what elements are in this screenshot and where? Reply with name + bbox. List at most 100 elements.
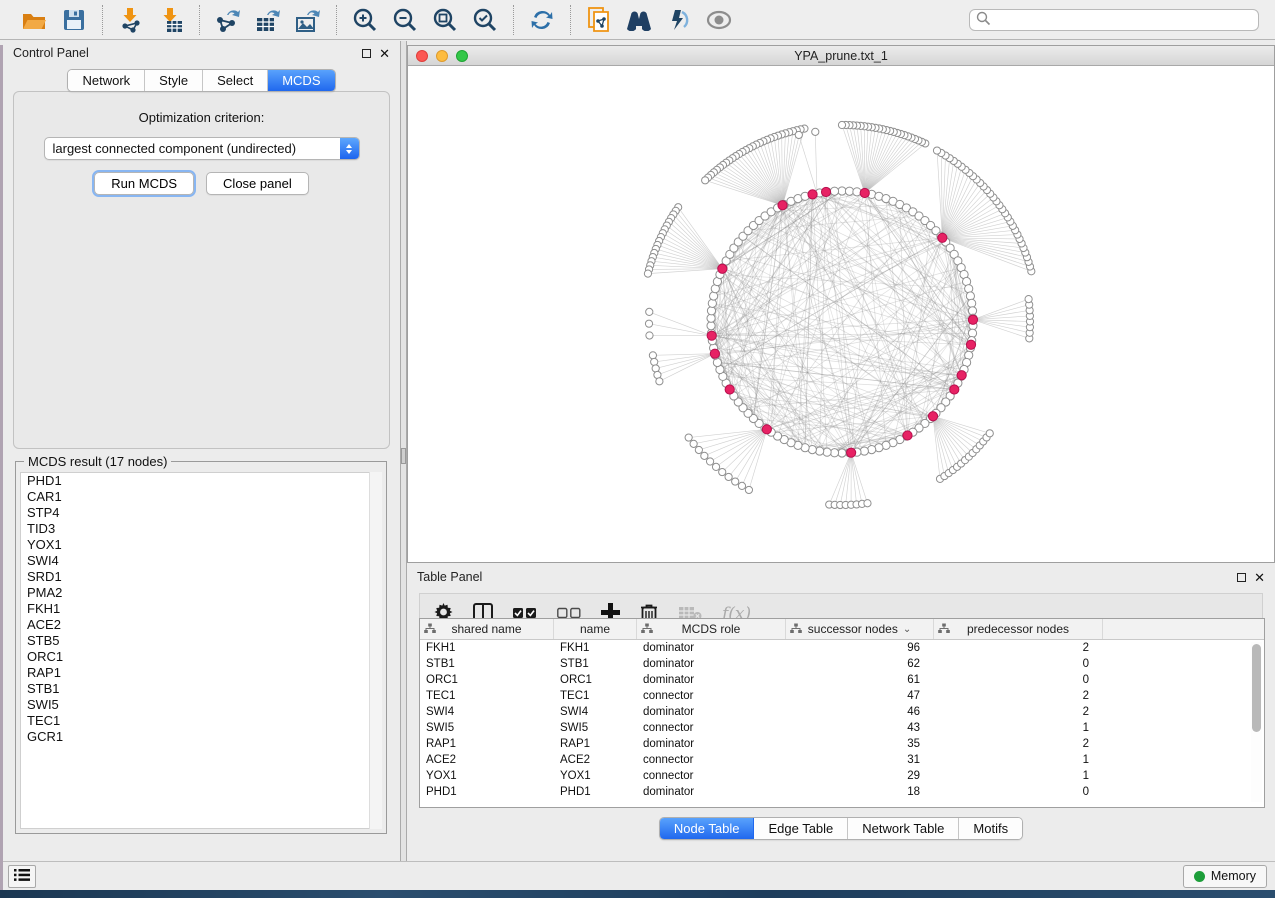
mcds-result-item[interactable]: SWI5 [21,697,381,713]
table-row[interactable]: ACE2ACE2connector311 [420,752,1264,768]
network-node[interactable] [708,299,716,307]
table-row[interactable]: RAP1RAP1dominator352 [420,736,1264,752]
network-node[interactable] [933,147,940,154]
mcds-result-item[interactable]: SWI4 [21,553,381,569]
tab-select[interactable]: Select [203,70,268,91]
import-network-button[interactable] [115,5,147,35]
search-input[interactable] [991,13,1252,27]
mcds-hub-node[interactable] [718,264,727,273]
network-node[interactable] [649,352,656,359]
network-node[interactable] [986,430,993,437]
table-row[interactable]: SWI5SWI5connector431 [420,720,1264,736]
network-node[interactable] [838,449,846,457]
network-node[interactable] [968,329,976,337]
show-hide-panel-button[interactable] [703,5,735,35]
memory-button[interactable]: Memory [1183,865,1267,888]
mcds-result-list[interactable]: PHD1CAR1STP4TID3YOX1SWI4SRD1PMA2FKH1ACE2… [20,472,382,829]
float-panel-icon[interactable] [362,49,371,58]
network-node[interactable] [738,482,745,489]
search-box[interactable] [969,9,1259,31]
mcds-hub-node[interactable] [710,349,719,358]
mcds-hub-node[interactable] [778,201,787,210]
tab-network[interactable]: Network [68,70,145,91]
network-node[interactable] [745,486,752,493]
tab-network-table[interactable]: Network Table [848,818,959,839]
toggle-graphics-details-button[interactable] [663,5,695,35]
table-scrollbar[interactable] [1251,642,1262,802]
mcds-result-item[interactable]: ACE2 [21,617,381,633]
network-node[interactable] [719,468,726,475]
mcds-hub-node[interactable] [860,188,869,197]
close-panel-button[interactable]: Close panel [206,172,309,195]
table-row[interactable]: SWI4SWI4dominator462 [420,704,1264,720]
clone-network-button[interactable] [583,5,615,35]
network-node[interactable] [823,448,831,456]
criterion-dropdown[interactable]: largest connected component (undirected) [44,137,360,160]
network-node[interactable] [646,308,653,315]
table-scrollbar-thumb[interactable] [1252,644,1261,732]
run-mcds-button[interactable]: Run MCDS [94,172,194,195]
column-header-name[interactable]: name [554,619,637,639]
tab-node-table[interactable]: Node Table [660,818,755,839]
network-node[interactable] [1025,295,1032,302]
export-image-button[interactable] [292,5,324,35]
mcds-result-item[interactable]: STB1 [21,681,381,697]
task-history-button[interactable] [8,865,36,888]
network-node[interactable] [701,452,708,459]
table-row[interactable]: STB1STB1dominator620 [420,656,1264,672]
network-node[interactable] [968,299,976,307]
mcds-result-item[interactable]: STB5 [21,633,381,649]
table-row[interactable]: YOX1YOX1connector291 [420,768,1264,784]
export-table-button[interactable] [252,5,284,35]
mcds-result-item[interactable]: FKH1 [21,601,381,617]
mcds-hub-node[interactable] [847,448,856,457]
network-node[interactable] [845,187,853,195]
mcds-result-item[interactable]: PMA2 [21,585,381,601]
network-node[interactable] [707,322,715,330]
network-node[interactable] [707,314,715,322]
network-node[interactable] [830,187,838,195]
network-node[interactable] [860,447,868,455]
network-node[interactable] [644,270,651,277]
import-table-button[interactable] [155,5,187,35]
network-node[interactable] [838,187,846,195]
mcds-result-item[interactable]: TID3 [21,521,381,537]
table-row[interactable]: TEC1TEC1connector472 [420,688,1264,704]
open-file-button[interactable] [18,5,50,35]
zoom-selected-button[interactable] [469,5,501,35]
mcds-hub-node[interactable] [903,431,912,440]
mcds-hub-node[interactable] [762,425,771,434]
mcds-result-item[interactable]: SRD1 [21,569,381,585]
mcds-result-item[interactable]: PHD1 [21,473,381,489]
export-network-button[interactable] [212,5,244,35]
mcds-hub-node[interactable] [938,233,947,242]
mcds-result-item[interactable]: TEC1 [21,713,381,729]
mcds-hub-node[interactable] [821,187,830,196]
mcds-hub-node[interactable] [968,315,977,324]
network-node[interactable] [690,440,697,447]
network-node[interactable] [838,121,845,128]
network-node[interactable] [968,307,976,315]
network-node[interactable] [645,320,652,327]
network-graph-canvas[interactable] [408,66,1274,562]
close-table-panel-icon[interactable]: ✕ [1254,573,1265,582]
network-node[interactable] [656,378,663,385]
network-node[interactable] [712,463,719,470]
apply-layout-button[interactable] [526,5,558,35]
network-node[interactable] [695,446,702,453]
network-node[interactable] [816,447,824,455]
column-header-MCDS-role[interactable]: MCDS role [637,619,786,639]
network-node[interactable] [966,292,974,300]
column-header-predecessor-nodes[interactable]: predecessor nodes [934,619,1103,639]
tab-motifs[interactable]: Motifs [959,818,1022,839]
table-row[interactable]: FKH1FKH1dominator962 [420,640,1264,656]
zoom-fit-button[interactable] [429,5,461,35]
mcds-hub-node[interactable] [707,331,716,340]
search-network-button[interactable] [623,5,655,35]
zoom-out-button[interactable] [389,5,421,35]
mcds-result-item[interactable]: YOX1 [21,537,381,553]
column-header-shared-name[interactable]: shared name [420,619,554,639]
tab-mcds[interactable]: MCDS [268,70,334,91]
mcds-hub-node[interactable] [966,340,975,349]
network-node[interactable] [732,478,739,485]
